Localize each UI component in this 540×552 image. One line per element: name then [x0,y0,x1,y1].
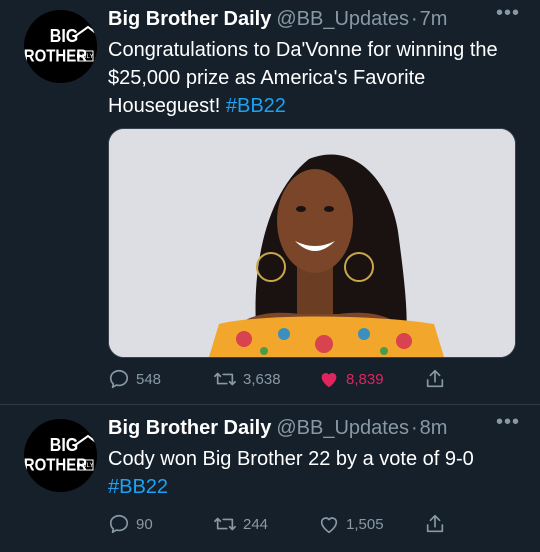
hashtag-link[interactable]: #BB22 [108,473,524,501]
tweet-header: Big Brother Daily @BB_Updates · 7m ••• [108,2,520,34]
tweet-body: Cody won Big Brother 22 by a vote of 9-0 [108,448,474,470]
tweet-header: Big Brother Daily @BB_Updates · 8m ••• [108,411,520,443]
timestamp[interactable]: 7m [420,8,448,31]
hashtag-link[interactable]: #BB22 [226,95,286,117]
avatar[interactable]: BIG BROTHER DAILY [24,10,97,83]
tweet[interactable]: BIG BROTHER DAILY Big Brother Daily @BB_… [0,0,540,404]
photo-illustration [109,129,515,357]
like-button[interactable]: 1,505 [318,513,384,535]
retweet-count: 3,638 [243,370,281,388]
more-icon[interactable]: ••• [496,2,520,25]
retweet-icon [213,513,237,535]
author-handle[interactable]: @BB_Updates [276,8,409,31]
reply-icon [108,513,130,535]
timestamp[interactable]: 8m [420,417,448,440]
separator: · [410,417,418,439]
tweet-actions: 548 3,638 8,839 [108,366,448,392]
tweet[interactable]: BIG BROTHER DAILY Big Brother Daily @BB_… [0,404,540,552]
retweet-button[interactable]: 3,638 [213,368,281,390]
avatar-logo-tag: DAILY [77,463,94,469]
author-name[interactable]: Big Brother Daily [108,417,271,440]
share-button[interactable] [424,368,446,390]
share-icon [424,368,446,390]
reply-icon [108,368,130,390]
author-handle[interactable]: @BB_Updates [276,417,409,440]
like-button[interactable]: 8,839 [318,368,384,390]
retweet-button[interactable]: 244 [213,513,268,535]
tweet-body: Congratulations to Da'Vonne for winning … [108,39,498,117]
separator: · [410,8,418,30]
avatar-logo-line1: BIG [50,25,78,46]
like-icon [318,368,340,390]
reply-count: 90 [136,515,153,533]
more-icon[interactable]: ••• [496,411,520,434]
retweet-icon [213,368,237,390]
tweet-text: Cody won Big Brother 22 by a vote of 9-0… [108,445,524,501]
like-count: 1,505 [346,515,384,533]
reply-button[interactable]: 90 [108,513,153,535]
tweet-text: Congratulations to Da'Vonne for winning … [108,36,524,120]
retweet-count: 244 [243,515,269,533]
avatar-logo-tag: DAILY [77,54,94,60]
share-icon [424,513,446,535]
tweet-photo[interactable] [108,128,516,358]
like-icon [318,513,340,535]
tweet-actions: 90 244 1,505 [108,511,448,537]
reply-count: 548 [136,370,162,388]
like-count: 8,839 [346,370,384,388]
reply-button[interactable]: 548 [108,368,161,390]
avatar[interactable]: BIG BROTHER DAILY [24,419,97,492]
author-name[interactable]: Big Brother Daily [108,8,271,31]
avatar-logo-line1: BIG [50,434,78,455]
share-button[interactable] [424,513,446,535]
